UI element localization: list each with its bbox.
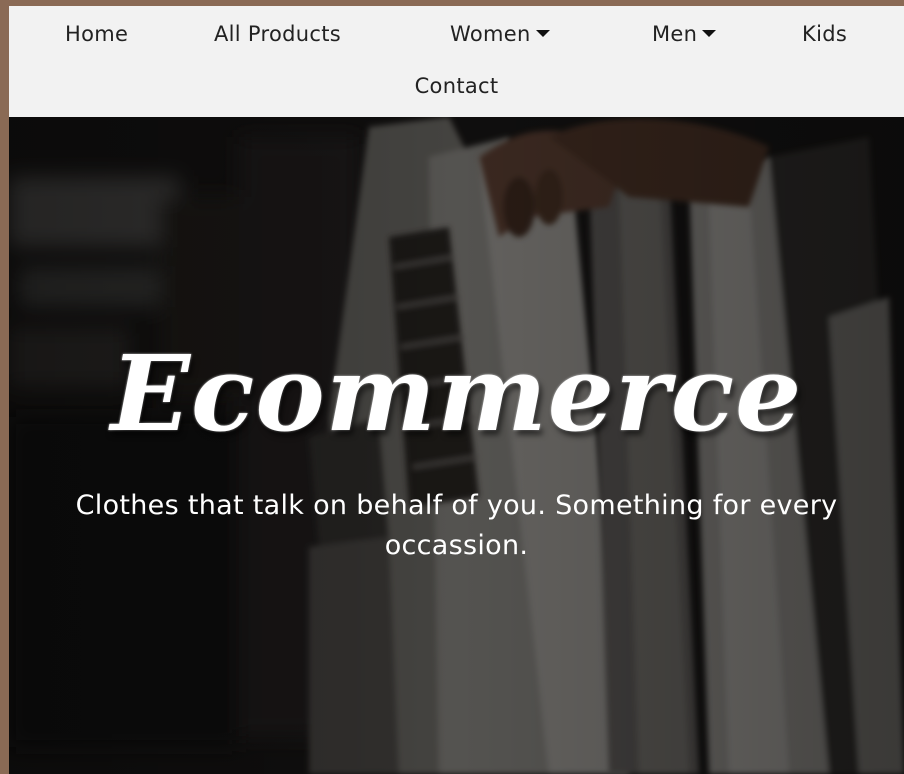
nav-row-primary: Home All Products Women Men Kids <box>9 14 904 54</box>
hero-subtitle: Clothes that talk on behalf of you. Some… <box>75 490 838 561</box>
nav-all-products-link[interactable]: All Products <box>214 22 341 46</box>
nav-men-label: Men <box>652 22 698 46</box>
hero-title: Ecommerce <box>110 332 803 455</box>
nav-kids-link[interactable]: Kids <box>802 22 847 46</box>
nav-contact-link[interactable]: Contact <box>415 74 499 98</box>
hero-banner: Ecommerce Clothes that talk on behalf of… <box>9 117 904 774</box>
navbar: Home All Products Women Men Kids Contact <box>9 6 904 117</box>
caret-down-icon <box>702 29 717 37</box>
nav-home-link[interactable]: Home <box>65 22 128 46</box>
nav-men-dropdown[interactable]: Men <box>652 22 717 46</box>
nav-row-secondary: Contact <box>9 66 904 106</box>
nav-women-label: Women <box>450 22 531 46</box>
nav-women-dropdown[interactable]: Women <box>450 22 550 46</box>
page: Home All Products Women Men Kids Contact <box>9 6 904 774</box>
browser-frame: Home All Products Women Men Kids Contact <box>0 0 904 774</box>
caret-down-icon <box>535 29 550 37</box>
